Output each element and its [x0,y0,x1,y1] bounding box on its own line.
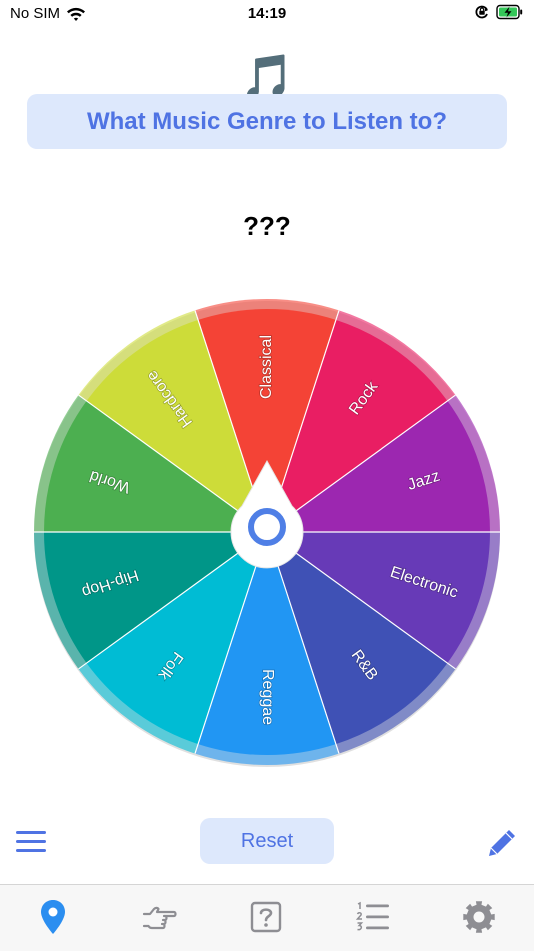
spin-wheel[interactable]: Classical RockJazzElectronicR&BReggaeFolk… [30,295,504,769]
status-right [474,4,524,20]
tab-bar [0,884,534,951]
reset-button[interactable]: Reset [200,818,334,864]
status-time: 14:19 [247,5,287,22]
title-box: What Music Genre to Listen to? [27,94,507,149]
result-text: ??? [243,211,291,241]
wheel-segment-label: Reggae [259,669,276,725]
hamburger-menu-icon [16,831,46,852]
page-title: What Music Genre to Listen to? [86,107,447,135]
menu-button[interactable] [14,827,48,857]
tab-pointer[interactable] [138,897,182,937]
wheel-segment-label: Classical [258,335,275,399]
edit-button[interactable] [484,825,520,861]
bottom-toolbar: Reset [0,815,534,870]
tab-list[interactable] [351,897,395,937]
status-bar: No SIM 14:19 [0,0,534,30]
gear-icon [463,901,495,933]
location-icon [41,900,65,934]
tab-question[interactable] [244,897,288,937]
question-icon [250,901,282,933]
pointing-hand-icon [142,906,177,930]
tab-settings[interactable] [457,897,501,937]
orientation-lock-icon [475,5,488,19]
battery-charging-icon [496,4,523,20]
numbered-list-icon [355,901,389,931]
pencil-icon [489,830,515,856]
tab-location[interactable] [31,897,75,937]
